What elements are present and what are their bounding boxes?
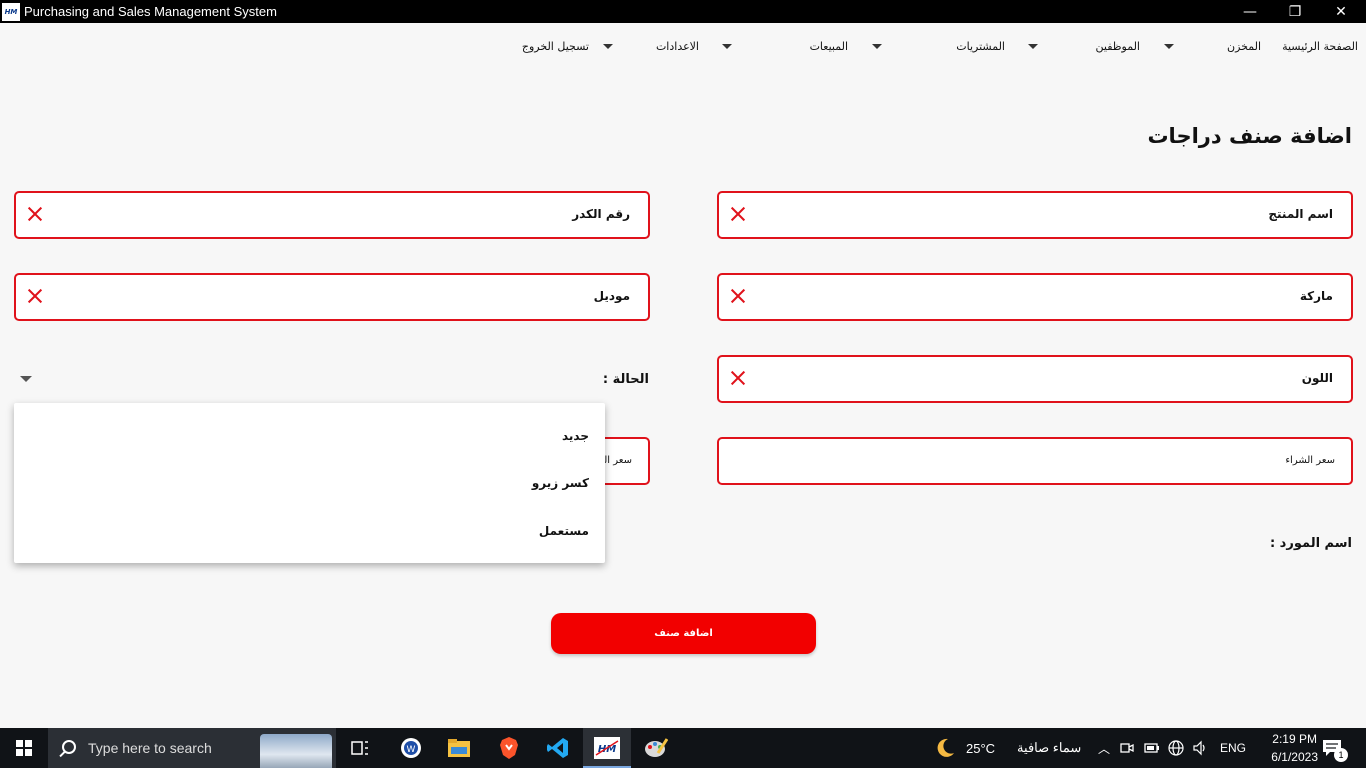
color-label: اللون <box>1301 371 1333 385</box>
minimize-button[interactable]: — <box>1227 0 1273 23</box>
add-item-button[interactable]: اضافة صنف <box>551 613 816 654</box>
menu-home[interactable]: الصفحة الرئيسية <box>1282 40 1358 53</box>
weather-description: سماء صافية <box>1017 740 1082 755</box>
chevron-up-icon[interactable]: ︿ <box>1098 740 1110 757</box>
clear-icon[interactable] <box>729 205 747 223</box>
clear-icon[interactable] <box>729 287 747 305</box>
svg-text:W: W <box>407 745 416 755</box>
status-dropdown-menu: جديد كسر زيرو مستعمل <box>14 403 605 563</box>
menu-sales[interactable]: المبيعات <box>810 40 848 53</box>
task-view-icon[interactable] <box>345 734 375 762</box>
language-indicator[interactable]: ENG <box>1220 741 1246 755</box>
volume-icon[interactable] <box>1192 740 1208 756</box>
chevron-down-icon[interactable] <box>1164 44 1174 49</box>
moon-icon <box>937 738 954 757</box>
menu-purchases[interactable]: المشتريات <box>956 40 1005 53</box>
status-option-new[interactable]: جديد <box>562 429 589 443</box>
svg-text:HM: HM <box>598 744 616 755</box>
frame-number-field[interactable]: رقم الكدر <box>14 191 650 239</box>
search-placeholder: Type here to search <box>88 740 212 756</box>
purchase-price-field[interactable]: سعر الشراء <box>717 437 1353 485</box>
taskbar: Type here to search W HM 25°C سماء صافية… <box>0 728 1366 768</box>
supplier-label: اسم المورد : <box>1269 536 1352 551</box>
word-app-icon[interactable]: W <box>396 734 426 762</box>
window-title: Purchasing and Sales Management System <box>24 4 277 19</box>
tray-icons: ︿ ENG <box>1098 728 1246 768</box>
vscode-icon[interactable] <box>543 734 573 762</box>
network-globe-icon[interactable] <box>1168 740 1184 756</box>
chevron-down-icon[interactable] <box>603 44 613 49</box>
chevron-down-icon[interactable] <box>722 44 732 49</box>
notification-count-badge: 1 <box>1334 748 1348 762</box>
clear-icon[interactable] <box>26 205 44 223</box>
chevron-down-icon[interactable] <box>872 44 882 49</box>
window-title-bar: HM Purchasing and Sales Management Syste… <box>0 0 1366 23</box>
close-button[interactable]: ✕ <box>1318 0 1364 23</box>
chevron-down-icon[interactable] <box>1028 44 1038 49</box>
search-highlight-image <box>260 734 332 768</box>
taskbar-search[interactable]: Type here to search <box>48 728 336 768</box>
clock-date: 6/1/2023 <box>1271 750 1318 764</box>
weather-widget[interactable]: 25°C سماء صافية <box>934 728 1081 768</box>
clear-icon[interactable] <box>729 369 747 387</box>
search-icon <box>62 740 76 754</box>
page-title: اضافة صنف دراجات <box>1147 124 1352 148</box>
notification-center-button[interactable]: 1 <box>1322 728 1348 768</box>
menu-settings[interactable]: الاعدادات <box>656 40 699 53</box>
brand-label: ماركة <box>1299 289 1333 303</box>
menu-logout[interactable]: تسجيل الخروج <box>522 40 589 53</box>
product-name-field[interactable]: اسم المنتج <box>717 191 1353 239</box>
menu-bar: الصفحة الرئيسية المخزن الموظفين المشتريا… <box>0 30 1366 64</box>
clear-icon[interactable] <box>26 287 44 305</box>
chevron-down-icon[interactable] <box>20 376 32 382</box>
brand-field[interactable]: ماركة <box>717 273 1353 321</box>
menu-employees[interactable]: الموظفين <box>1096 40 1140 53</box>
app-logo-icon: HM <box>2 2 20 21</box>
hm-app-icon[interactable]: HM <box>592 734 622 762</box>
model-field[interactable]: موديل <box>14 273 650 321</box>
meet-now-icon[interactable] <box>1120 741 1134 755</box>
windows-logo-icon <box>16 740 32 756</box>
menu-warehouse[interactable]: المخزن <box>1227 40 1261 53</box>
weather-temperature: 25°C <box>966 740 996 756</box>
status-label: الحالة : <box>602 372 649 387</box>
product-name-label: اسم المنتج <box>1268 207 1333 221</box>
status-option-like-new[interactable]: كسر زيرو <box>532 476 589 490</box>
color-field[interactable]: اللون <box>717 355 1353 403</box>
start-button[interactable] <box>0 728 48 768</box>
system-clock[interactable]: 2:19 PM 6/1/2023 <box>1271 730 1318 766</box>
restore-button[interactable]: ❐ <box>1272 0 1318 23</box>
purchase-price-label: سعر الشراء <box>1285 455 1335 466</box>
battery-icon[interactable] <box>1144 742 1160 754</box>
brave-browser-icon[interactable] <box>494 734 524 762</box>
model-label: موديل <box>593 289 630 303</box>
status-option-used[interactable]: مستعمل <box>539 524 589 538</box>
file-explorer-icon[interactable] <box>444 734 474 762</box>
paint-app-icon[interactable] <box>641 734 671 762</box>
frame-number-label: رقم الكدر <box>572 207 630 221</box>
clock-time: 2:19 PM <box>1272 732 1317 746</box>
